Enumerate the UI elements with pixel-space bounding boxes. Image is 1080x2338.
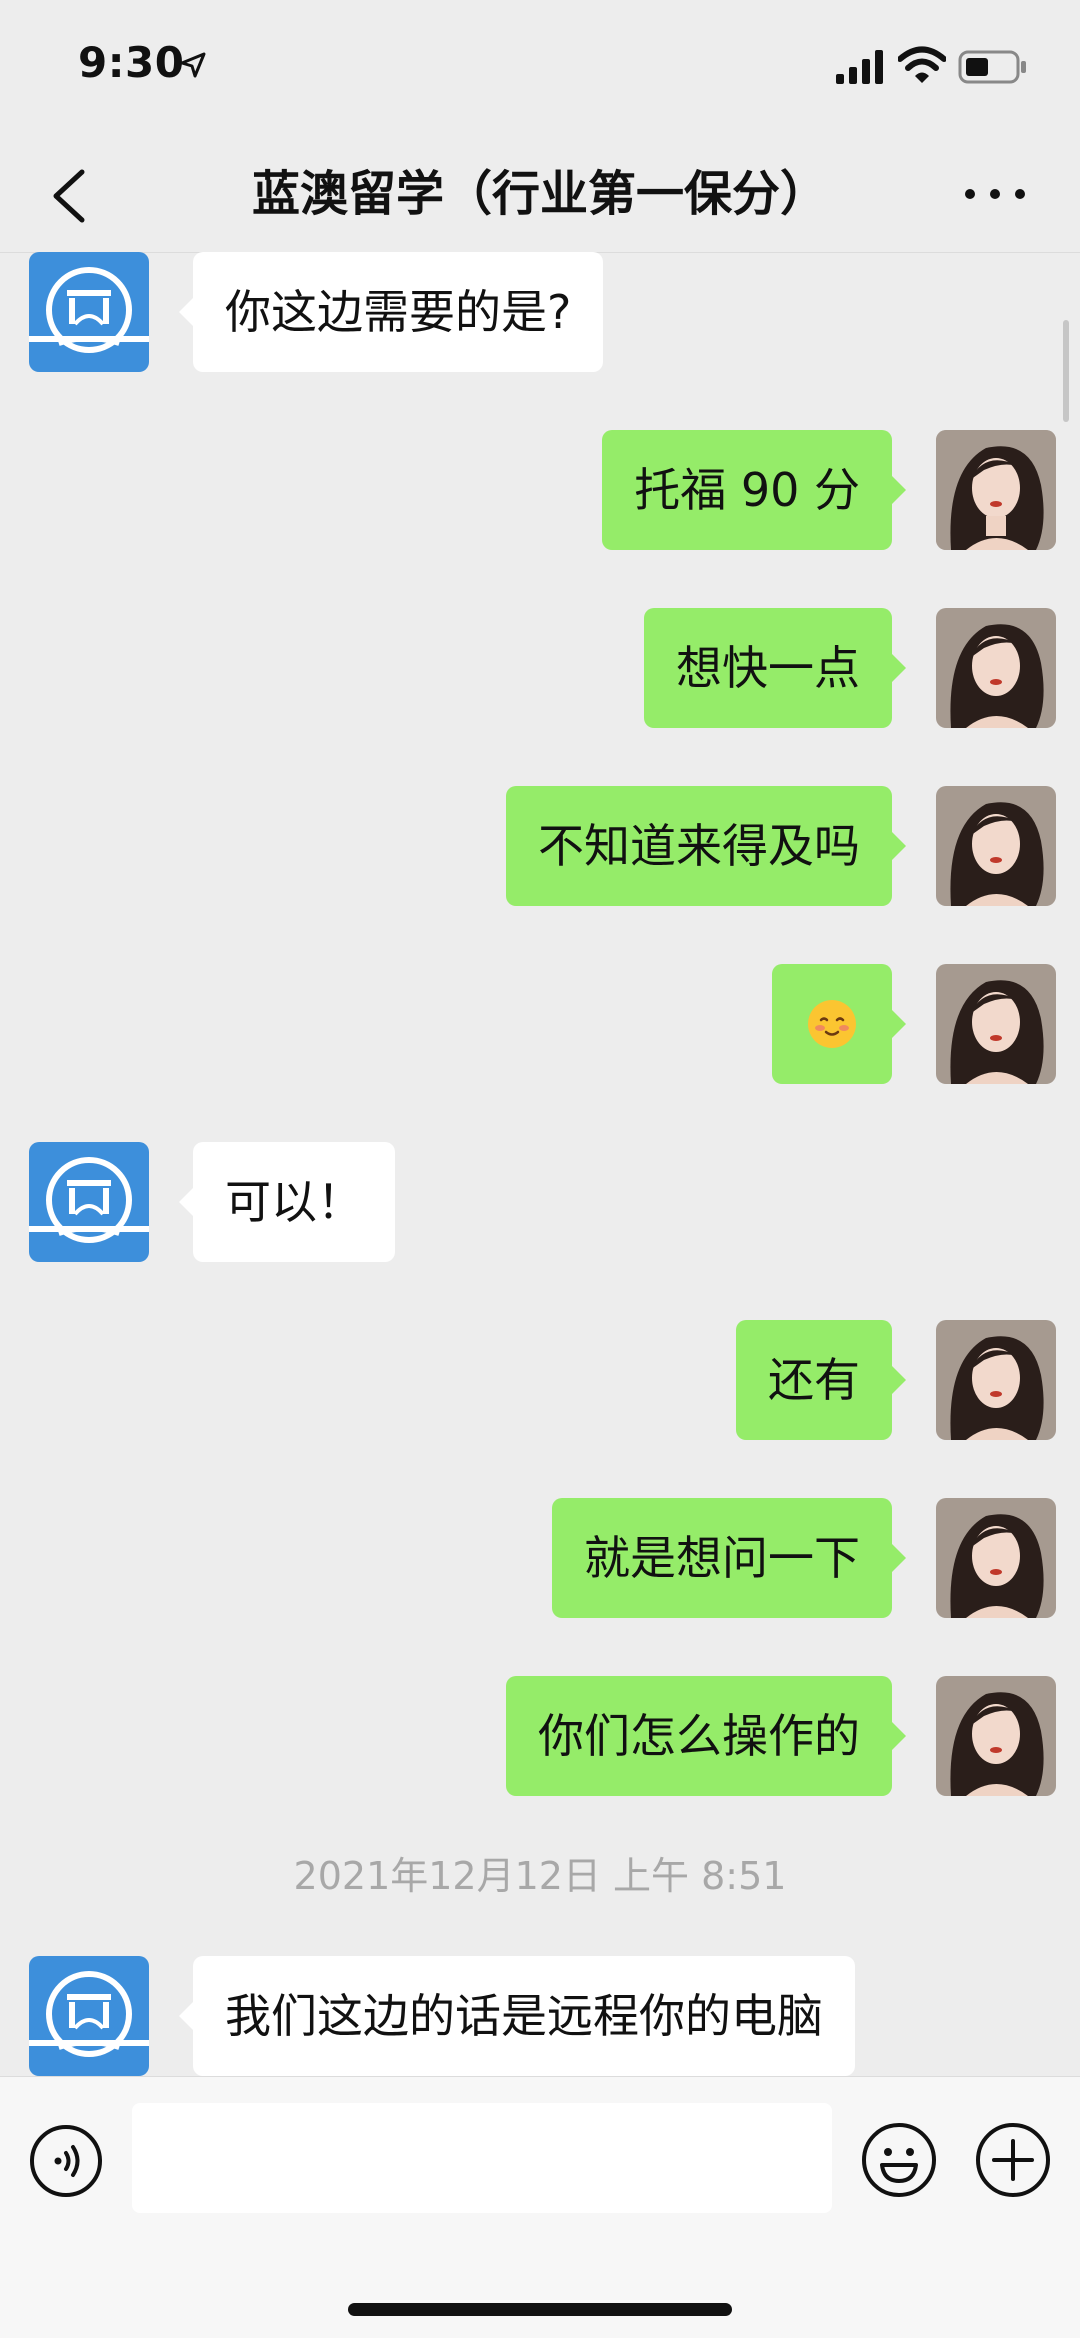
input-bar [0,2076,1080,2338]
status-time: 9:30 [78,38,185,87]
wifi-icon [898,46,946,83]
message-row-received: 可以！ [0,1142,1080,1262]
message-bubble[interactable]: 想快一点 [644,608,906,728]
message-row-sent: 就是想问一下 [0,1498,1080,1618]
profile-photo [936,964,1056,1084]
org-avatar[interactable] [29,1956,149,2076]
user-avatar[interactable] [936,964,1056,1084]
school-logo-icon [29,252,149,372]
user-avatar[interactable] [936,430,1056,550]
org-avatar[interactable] [29,1142,149,1262]
message-row-sent: 还有 [0,1320,1080,1440]
message-bubble[interactable]: 你这边需要的是? [178,252,604,372]
message-timestamp: 2021年12月12日 上午 8:51 [293,1854,787,1898]
status-bar: 9:30 [0,0,1080,140]
message-row-received: 我们这边的话是远程你的电脑 [0,1956,1080,2076]
smiling-blush-face-icon [808,999,856,1048]
user-avatar[interactable] [936,786,1056,906]
back-chevron-icon[interactable] [42,164,102,228]
message-row-sent [0,964,1080,1084]
message-bubble[interactable]: 可以！ [179,1142,395,1262]
message-input[interactable] [132,2103,832,2213]
chat-header: 蓝澳留学（行业第一保分） [0,140,1080,253]
home-indicator[interactable] [348,2303,732,2316]
message-bubble[interactable]: 不知道来得及吗 [506,786,906,906]
more-options-icon[interactable] [960,174,1030,214]
message-row-sent: 不知道来得及吗 [0,786,1080,906]
profile-photo [936,608,1056,728]
battery-icon [958,50,1026,84]
message-bubble[interactable]: 还有 [736,1320,906,1440]
message-bubble[interactable]: 你们怎么操作的 [506,1676,906,1796]
cellular-signal-icon [836,50,883,84]
message-bubble[interactable]: 托福 90 分 [602,430,906,550]
profile-photo [936,786,1056,906]
message-row-received: 你这边需要的是? [0,252,1080,372]
profile-photo [936,430,1056,550]
message-row-sent: 想快一点 [0,608,1080,728]
more-functions-plus-icon[interactable] [974,2121,1052,2199]
user-avatar[interactable] [936,1498,1056,1618]
user-avatar[interactable] [936,1320,1056,1440]
message-bubble[interactable]: 就是想问一下 [552,1498,906,1618]
message-bubble[interactable]: 我们这边的话是远程你的电脑 [179,1956,855,2076]
profile-photo [936,1676,1056,1796]
message-row-sent: 托福 90 分 [0,430,1080,550]
school-logo-icon [29,1956,149,2076]
org-avatar[interactable] [29,252,149,372]
message-list[interactable]: 你这边需要的是? 托福 90 分 想快一点 不知道来得及吗 可以！ 还有 就是想… [0,252,1080,2076]
voice-input-icon[interactable] [28,2123,104,2199]
profile-photo [936,1498,1056,1618]
school-logo-icon [29,1142,149,1262]
chat-title: 蓝澳留学（行业第一保分） [251,166,828,222]
user-avatar[interactable] [936,608,1056,728]
emoji-picker-icon[interactable] [860,2121,938,2199]
message-bubble[interactable] [772,964,906,1084]
location-arrow-icon [180,52,206,78]
profile-photo [936,1320,1056,1440]
message-row-sent: 你们怎么操作的 [0,1676,1080,1796]
user-avatar[interactable] [936,1676,1056,1796]
